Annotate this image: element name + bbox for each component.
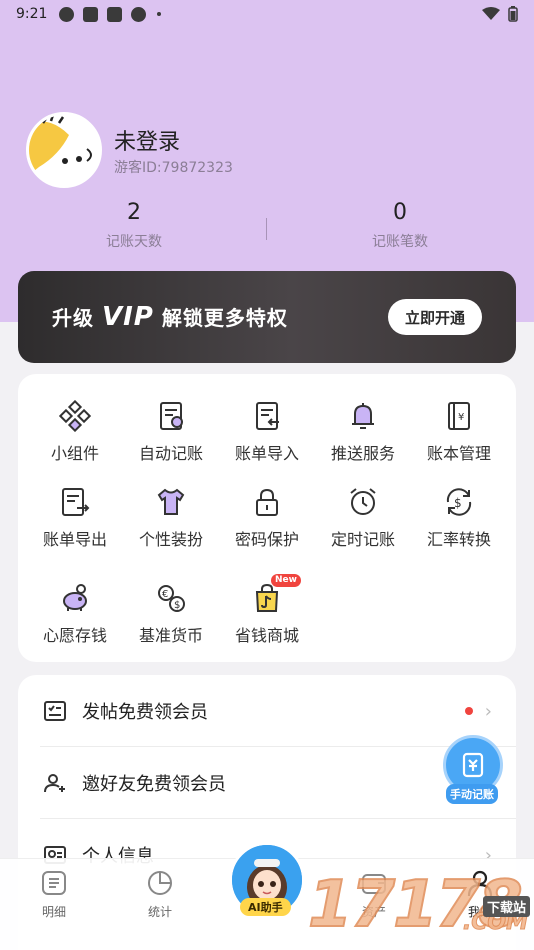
feature-password-protect[interactable]: 密码保护	[218, 484, 316, 556]
feature-label: 个性装扮	[138, 530, 203, 549]
bill-export-icon	[62, 488, 90, 516]
checklist-icon	[44, 701, 66, 721]
open-vip-button[interactable]: 立即开通	[388, 299, 482, 335]
username[interactable]: 未登录	[114, 124, 180, 156]
stat-value: 0	[393, 200, 407, 225]
detail-icon	[42, 871, 66, 895]
feature-wish-saving[interactable]: 心愿存钱	[26, 580, 124, 652]
manual-bookkeeping-label[interactable]: 手动记账	[446, 784, 498, 804]
feature-label: 账单导出	[42, 530, 107, 549]
feature-grid: 小组件 自动记账 账单导入 推送服务 ¥ 账本管理 账单导出 个性装扮 密码保护…	[18, 374, 516, 662]
list-item-post-free-vip[interactable]: 发帖免费领会员 ›	[18, 675, 516, 747]
vip-banner[interactable]: 升级 VIP 解锁更多特权 立即开通	[18, 271, 516, 363]
lock-icon	[256, 488, 278, 516]
stat-label: 记账天数	[106, 234, 162, 250]
tab-statistics[interactable]: 统计	[120, 869, 200, 920]
status-time: 9:21	[16, 6, 48, 22]
feature-label: 账单导入	[234, 444, 299, 463]
status-bar: 9:21	[0, 0, 534, 28]
feature-exchange-rate[interactable]: $ 汇率转换	[410, 484, 508, 556]
stat-divider	[266, 218, 267, 240]
avatar-illustration-icon	[29, 115, 99, 185]
list-item-invite-friends[interactable]: 邀好友免费领会员	[18, 747, 516, 819]
watermark-tag: 下载站	[482, 896, 530, 917]
feature-label: 账本管理	[426, 444, 491, 463]
stat-label: 记账笔数	[372, 234, 428, 250]
feature-bill-export[interactable]: 账单导出	[26, 484, 124, 556]
vip-logo: VIP	[102, 302, 154, 332]
svg-text:¥: ¥	[458, 412, 464, 423]
vip-suffix: 解锁更多特权	[161, 306, 288, 330]
feature-label: 自动记账	[138, 444, 203, 463]
status-app-icon	[131, 6, 147, 22]
feature-savings-mall[interactable]: New 省钱商城	[218, 574, 316, 652]
feature-label: 基准货币	[138, 626, 203, 645]
vip-banner-text: 升级 VIP 解锁更多特权	[52, 302, 288, 332]
feature-label: 定时记账	[330, 530, 395, 549]
feature-base-currency[interactable]: € $ 基准货币	[122, 580, 220, 652]
feature-ledger-manage[interactable]: ¥ 账本管理	[410, 398, 508, 470]
status-app-icon	[59, 6, 75, 22]
status-more-dot	[157, 12, 162, 16]
status-app-icon	[83, 6, 99, 22]
feature-personal-theme[interactable]: 个性装扮	[122, 484, 220, 556]
feature-label: 省钱商城	[234, 626, 299, 645]
svg-text:€: €	[162, 589, 168, 600]
ai-assistant-label[interactable]: AI助手	[240, 898, 291, 916]
chart-icon	[148, 871, 172, 895]
auto-bookkeeping-icon	[160, 402, 183, 430]
stat-value: 2	[127, 200, 141, 225]
tab-label: 明细	[41, 905, 66, 919]
feature-label: 汇率转换	[426, 530, 491, 549]
battery-icon	[508, 6, 518, 22]
guest-id: 游客ID:79872323	[114, 160, 233, 176]
avatar[interactable]	[26, 112, 102, 188]
feature-bill-import[interactable]: 账单导入	[218, 398, 316, 470]
tab-label: 统计	[147, 905, 172, 919]
status-app-icon	[107, 6, 123, 22]
feature-label: 密码保护	[234, 530, 299, 549]
feature-label: 小组件	[50, 444, 99, 463]
wifi-icon	[482, 7, 500, 20]
stat-record-count: 0 记账笔数	[300, 200, 500, 251]
stat-record-days: 2 记账天数	[34, 200, 234, 251]
feature-auto-bookkeeping[interactable]: 自动记账	[122, 398, 220, 470]
svg-text:$: $	[174, 600, 180, 611]
feature-push-service[interactable]: 推送服务	[314, 398, 412, 470]
currency-icon: €$	[158, 585, 185, 612]
tshirt-icon	[157, 488, 185, 515]
bill-import-icon	[256, 402, 279, 430]
invite-user-icon	[44, 774, 65, 793]
piggy-bank-icon	[63, 584, 87, 611]
tab-detail[interactable]: 明细	[14, 869, 94, 920]
alarm-clock-icon	[350, 488, 376, 515]
notification-dot	[464, 707, 473, 715]
list-item-label: 发帖免费领会员	[82, 702, 208, 723]
watermark: 17178 .COM 下载站	[307, 862, 534, 950]
new-badge: New	[271, 574, 301, 587]
feature-widget[interactable]: 小组件	[26, 398, 124, 470]
vip-prefix: 升级	[52, 306, 94, 330]
exchange-rate-icon: $	[446, 488, 472, 516]
feature-label: 心愿存钱	[42, 626, 107, 645]
chevron-right-icon: ›	[484, 700, 492, 722]
feature-label: 推送服务	[330, 444, 395, 463]
bell-icon	[352, 403, 374, 429]
ledger-icon: ¥	[448, 402, 470, 430]
widget-icon	[59, 400, 91, 432]
receipt-icon	[462, 752, 484, 778]
list-item-label: 邀好友免费领会员	[82, 774, 226, 795]
svg-text:$: $	[454, 496, 462, 510]
feature-scheduled-bookkeeping[interactable]: 定时记账	[314, 484, 412, 556]
